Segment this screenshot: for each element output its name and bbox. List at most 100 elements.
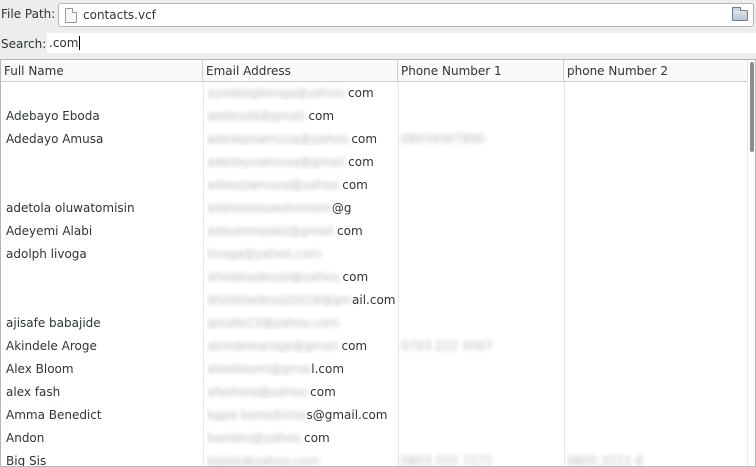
email-visible-part: com bbox=[310, 385, 336, 399]
email-redacted-part: alexbloom@gmai bbox=[207, 362, 312, 376]
email-visible-part: l.com bbox=[311, 362, 345, 376]
cell-email: afashola@yahoo.com bbox=[207, 385, 397, 399]
document-icon bbox=[65, 8, 77, 23]
table-row[interactable]: adesojiamusa@yahoo.com bbox=[1, 174, 749, 197]
folder-icon bbox=[732, 7, 748, 21]
cell-phone-1: 08034567890 bbox=[401, 132, 485, 146]
email-visible-part: ail.com bbox=[352, 293, 396, 307]
cell-email: bigsis@yahoo.com bbox=[207, 454, 397, 467]
table-row[interactable]: Andon bandev@yahoo.com bbox=[1, 427, 749, 450]
email-visible-part: s@gmail.com bbox=[306, 408, 388, 422]
table-row[interactable]: adolph livoga livoga@yahoo.com bbox=[1, 243, 749, 266]
table-header: Full Name Email Address Phone Number 1 p… bbox=[1, 60, 749, 82]
cell-full-name: Andon bbox=[6, 431, 45, 445]
table-row[interactable]: afolabiadesoji2018@gmail.com bbox=[1, 289, 749, 312]
table-row[interactable]: adetola oluwatomisin adetolaoluwatomisin@… bbox=[1, 197, 749, 220]
cell-email: livoga@yahoo.com bbox=[207, 247, 397, 261]
email-redacted-part: afolabiadesoji@yahoo. bbox=[207, 270, 343, 284]
cell-phone-1: 0703 222 4567 bbox=[401, 339, 493, 353]
cell-email: afolabiadesoji2018@gmail.com bbox=[207, 293, 397, 307]
vertical-scrollbar[interactable] bbox=[747, 60, 755, 466]
email-redacted-part: bandev@yahoo. bbox=[207, 431, 305, 445]
cell-email: adedayoamusa@yahoo.com bbox=[207, 132, 397, 146]
email-redacted-part: afolabiadesoji2018@gm bbox=[207, 293, 353, 307]
contacts-table[interactable]: Full Name Email Address Phone Number 1 p… bbox=[0, 59, 756, 467]
table-row[interactable]: Adedayo Amusa adedayoamusa@yahoo.com 08034… bbox=[1, 128, 749, 151]
cell-email: afolabiadesoji@yahoo.com bbox=[207, 270, 397, 284]
cell-full-name: ajisafe babajide bbox=[6, 316, 101, 330]
file-path-row: File Path: contacts.vcf bbox=[0, 0, 756, 30]
cell-email: akindelearoge@gmail.com bbox=[207, 339, 397, 353]
table-row[interactable]: Adeyemi Alabi adeyemialabi@gmail.com bbox=[1, 220, 749, 243]
column-header-phone-1[interactable]: Phone Number 1 bbox=[398, 60, 564, 82]
email-redacted-part: kgpq benedictos bbox=[207, 408, 307, 422]
file-path-value: contacts.vcf bbox=[83, 8, 156, 22]
cell-full-name: alex fash bbox=[6, 385, 61, 399]
email-redacted-part: livoga@yahoo.com bbox=[207, 247, 322, 261]
table-row[interactable]: Amma Benedict kgpq benedictoss@gmail.com bbox=[1, 404, 749, 427]
cell-full-name: adetola oluwatomisin bbox=[6, 201, 135, 215]
text-caret bbox=[79, 36, 81, 50]
table-row[interactable]: Big Sis bigsis@yahoo.com 0803 555 7271 0805… bbox=[1, 450, 749, 467]
cell-email: adesojiamusa@yahoo.com bbox=[207, 178, 397, 192]
scrollbar-thumb[interactable] bbox=[750, 62, 754, 152]
file-path-label: File Path: bbox=[1, 7, 56, 21]
cell-email: adedayoamusa@gmail.com bbox=[207, 155, 397, 169]
cell-full-name: Big Sis bbox=[6, 454, 47, 467]
email-redacted-part: afashola@yahoo. bbox=[207, 385, 311, 399]
email-redacted-part: akindelearoge@gmail. bbox=[207, 339, 342, 353]
email-redacted-part: bigsis@yahoo.com bbox=[207, 454, 320, 467]
email-redacted-part: adetolaoluwatomisin bbox=[207, 201, 332, 215]
cell-email: kgpq benedictoss@gmail.com bbox=[207, 408, 397, 422]
cell-full-name: adolph livoga bbox=[6, 247, 87, 261]
search-label: Search: bbox=[1, 37, 47, 51]
email-visible-part: com bbox=[304, 431, 330, 445]
email-redacted-part: ayodejigbenga@yahoo. bbox=[207, 86, 349, 100]
email-visible-part: com bbox=[341, 339, 368, 353]
email-redacted-part: adeyemialabi@gmail. bbox=[207, 224, 337, 238]
browse-folder-button[interactable] bbox=[730, 7, 750, 23]
table-row[interactable]: ajisafe babajide ajisafe23@yahoo.com bbox=[1, 312, 749, 335]
email-visible-part: @g bbox=[331, 201, 352, 215]
email-redacted-part: adedayoamusa@gmail. bbox=[207, 155, 349, 169]
cell-email: alexbloom@gmail.com bbox=[207, 362, 397, 376]
email-visible-part: com bbox=[348, 155, 374, 169]
cell-full-name: Akindele Aroge bbox=[6, 339, 97, 353]
cell-email: bandev@yahoo.com bbox=[207, 431, 397, 445]
cell-phone-2: 0805 2221 6 bbox=[567, 454, 644, 467]
cell-full-name: Adedayo Amusa bbox=[6, 132, 104, 146]
email-visible-part: com bbox=[348, 86, 374, 100]
table-row[interactable]: Akindele Aroge akindelearoge@gmail.com 070… bbox=[1, 335, 749, 358]
email-visible-part: com bbox=[351, 132, 378, 146]
table-row[interactable]: ayodejigbenga@yahoo.com bbox=[1, 82, 749, 105]
cell-email: adeyemialabi@gmail.com bbox=[207, 224, 397, 238]
cell-email: adetolaoluwatomisin@g bbox=[207, 201, 397, 215]
column-header-email[interactable]: Email Address bbox=[203, 60, 398, 82]
table-row[interactable]: Adebayo Eboda abeboda@gmail.com bbox=[1, 105, 749, 128]
cell-full-name: Adeyemi Alabi bbox=[6, 224, 93, 238]
cell-email: ayodejigbenga@yahoo.com bbox=[207, 86, 397, 100]
column-header-full-name[interactable]: Full Name bbox=[1, 60, 203, 82]
table-row[interactable]: afolabiadesoji@yahoo.com bbox=[1, 266, 749, 289]
table-row[interactable]: adedayoamusa@gmail.com bbox=[1, 151, 749, 174]
email-redacted-part: adesojiamusa@yahoo. bbox=[207, 178, 343, 192]
cell-full-name: Adebayo Eboda bbox=[6, 109, 100, 123]
email-redacted-part: adedayoamusa@yahoo. bbox=[207, 132, 352, 146]
email-visible-part: com bbox=[342, 178, 368, 192]
email-visible-part: com bbox=[308, 109, 335, 123]
email-redacted-part: ajisafe23@yahoo.com bbox=[207, 316, 340, 330]
column-header-phone-2[interactable]: phone Number 2 bbox=[564, 60, 749, 82]
cell-email: abeboda@gmail.com bbox=[207, 109, 397, 123]
table-row[interactable]: Alex Bloom alexbloom@gmail.com bbox=[1, 358, 749, 381]
table-row[interactable]: alex fash afashola@yahoo.com bbox=[1, 381, 749, 404]
email-redacted-part: abeboda@gmail. bbox=[207, 109, 309, 123]
cell-phone-1: 0803 555 7271 bbox=[401, 454, 493, 467]
cell-email: ajisafe23@yahoo.com bbox=[207, 316, 397, 330]
email-visible-part: com bbox=[342, 270, 369, 284]
cell-full-name: Alex Bloom bbox=[6, 362, 74, 376]
search-value: .com bbox=[49, 36, 81, 50]
search-input[interactable]: .com bbox=[47, 33, 756, 53]
cell-full-name: Amma Benedict bbox=[6, 408, 102, 422]
file-path-field[interactable]: contacts.vcf bbox=[58, 3, 754, 27]
email-visible-part: com bbox=[337, 224, 363, 238]
